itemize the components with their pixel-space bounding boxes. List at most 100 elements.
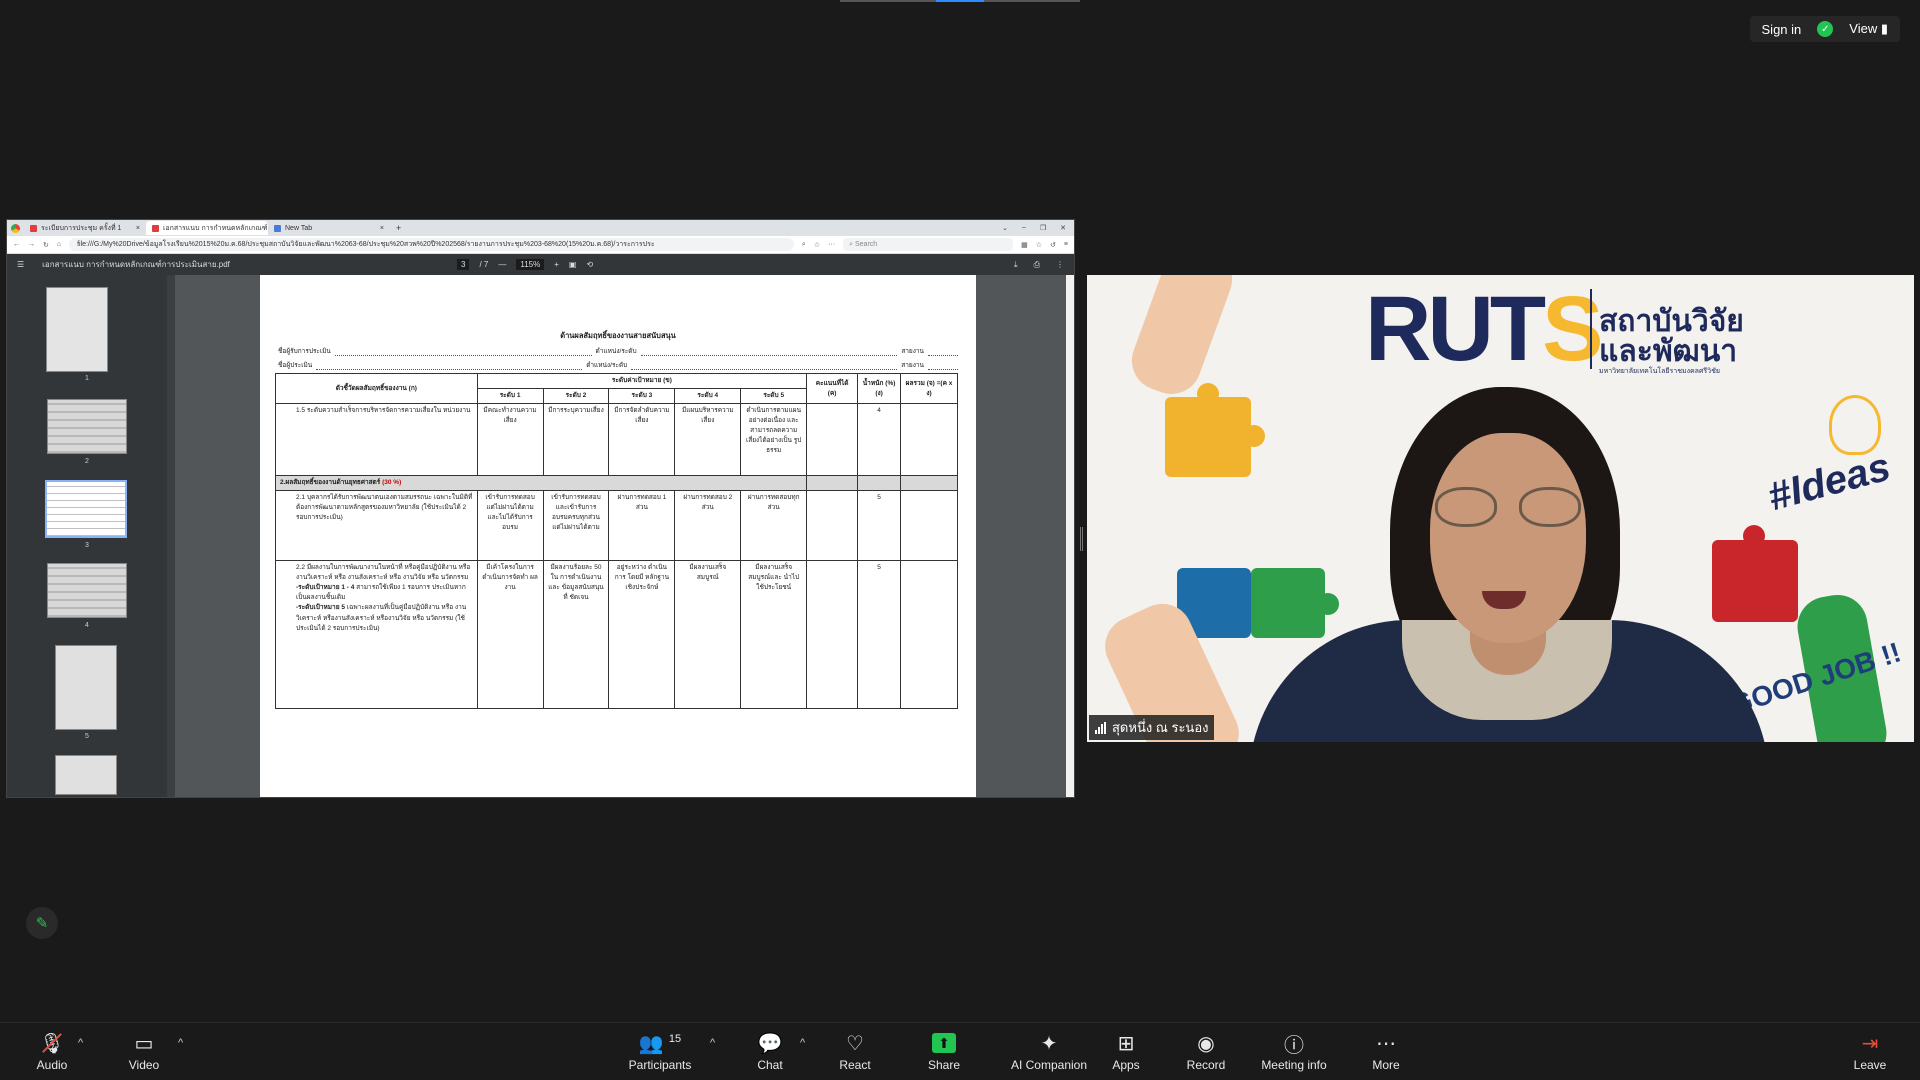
print-icon[interactable]: ⎙	[1034, 260, 1040, 270]
zoom-icon[interactable]: ⌕	[802, 241, 806, 249]
score-cell	[806, 560, 859, 710]
close-icon[interactable]: ×	[136, 225, 140, 232]
browser-tab-3[interactable]: New Tab ×	[268, 221, 390, 235]
audio-button[interactable]: 🎙 Audio	[6, 1031, 98, 1073]
hand-graphic	[1123, 275, 1241, 403]
zoom-out-icon[interactable]: —	[498, 260, 506, 269]
evaluation-table: ตัวชี้วัดผลสัมฤทธิ์ของงาน (ก) ระดับค่าเป…	[274, 372, 958, 710]
thumbnail-page-6[interactable]	[55, 755, 117, 795]
favorites-icon[interactable]: ☆	[1036, 241, 1042, 249]
bookmark-star-icon[interactable]: ☆	[814, 241, 820, 249]
share-label: Share	[927, 1058, 961, 1072]
shield-check-icon[interactable]: ✓	[1817, 21, 1834, 37]
thumbnail-page-5[interactable]	[55, 645, 117, 730]
evaluator-line: ชื่อผู้ประเมิน ตำแหน่ง/ระดับ สายงาน	[278, 360, 958, 370]
maximize-icon[interactable]: ❐	[1040, 224, 1046, 232]
browser-tab-2[interactable]: เอกสารแนบ การกำหนดหลักเกณฑ์×	[146, 221, 268, 235]
address-bar[interactable]: file:///G:/My%20Drive/ข้อมูลโรงเรียน%201…	[69, 238, 794, 251]
glasses	[1435, 487, 1583, 531]
meeting-info-button[interactable]: ⓘ Meeting info	[1248, 1031, 1340, 1073]
tab-search-icon[interactable]: ⌄	[1002, 224, 1008, 232]
section-row: 2.ผลสัมฤทธิ์ของงานด้านยุทธศาสตร์ (30 %)	[274, 475, 958, 492]
home-icon[interactable]: ⌂	[57, 241, 61, 248]
green-puzzle-piece	[1251, 568, 1325, 638]
total-cell	[900, 403, 958, 477]
view-label: View	[1849, 21, 1878, 36]
url-text: file:///G:/My%20Drive/ข้อมูลโรงเรียน%201…	[77, 241, 655, 248]
browser-search-field[interactable]: ⌕ Search	[843, 238, 1014, 251]
leave-label: Leave	[1853, 1058, 1887, 1072]
participants-label: Participants	[628, 1058, 692, 1072]
more-button[interactable]: ⋯ More	[1340, 1031, 1432, 1073]
more-dots-icon[interactable]: ···	[828, 241, 835, 248]
back-icon[interactable]: ←	[13, 241, 20, 248]
line-end: สายงาน	[901, 362, 924, 369]
leave-button[interactable]: ⇥ Leave	[1824, 1031, 1916, 1073]
close-icon[interactable]: ×	[380, 225, 384, 232]
zoom-in-icon[interactable]: +	[554, 260, 559, 269]
thumbnail-page-3[interactable]	[45, 480, 127, 538]
pdf-viewer[interactable]: 1 2 3 4 5 ด้านผลสัมฤทธิ์ของงานสายสนับสนุ…	[7, 275, 1074, 797]
thumbnail-number: 1	[85, 375, 89, 382]
note-bold: -ระดับเป้าหมาย 1 - 4	[296, 584, 355, 592]
chat-caret-icon[interactable]: ^	[800, 1037, 805, 1049]
browser-tab-1[interactable]: ระเบียบการประชุม ครั้งที่ 1 ×	[24, 221, 146, 235]
zoom-level-input[interactable]: 115%	[516, 259, 545, 270]
close-window-icon[interactable]: ✕	[1060, 224, 1066, 232]
pdf-page: ด้านผลสัมฤทธิ์ของงานสายสนับสนุน ชื่อผู้ร…	[260, 275, 976, 797]
header-weight: น้ำหนัก (%) (ง)	[857, 372, 902, 405]
lightbulb-icon	[1829, 395, 1881, 455]
thumbnail-page-1[interactable]	[46, 287, 108, 372]
download-icon[interactable]: ⤓	[1014, 260, 1018, 270]
level-cell: ผ่านการทดสอบ 2 ส่วน	[674, 490, 742, 562]
shared-screen[interactable]: ระเบียบการประชุม ครั้งที่ 1 × เอกสารแนบ ก…	[6, 219, 1075, 798]
audio-caret-icon[interactable]: ^	[78, 1037, 83, 1049]
info-icon: ⓘ	[1284, 1034, 1304, 1057]
chat-bubble-icon: 💬	[757, 1032, 783, 1055]
extensions-icon[interactable]: ▦	[1021, 241, 1028, 249]
share-button[interactable]: ⬆ Share	[898, 1031, 990, 1072]
forward-icon[interactable]: →	[28, 241, 35, 248]
reload-icon[interactable]: ↻	[43, 241, 49, 249]
apps-button[interactable]: ⊞ Apps	[1080, 1031, 1172, 1073]
fit-page-icon[interactable]: ▣	[569, 260, 577, 269]
react-button[interactable]: ♡ React	[809, 1031, 901, 1073]
ruts-thai-line-1: สถาบันวิจัย	[1599, 305, 1744, 338]
thumbnail-sidebar[interactable]: 1 2 3 4 5	[7, 275, 167, 797]
signal-strength-icon	[1095, 721, 1106, 734]
level-header: ระดับ 2	[542, 388, 610, 405]
hamburger-icon[interactable]: ☰	[17, 260, 24, 269]
header-score: คะแนนที่ได้ (ค)	[806, 372, 859, 405]
table-row: 2.2 มีผลงานในการพัฒนางานในหน้าที่ หรือคู…	[275, 560, 958, 710]
history-icon[interactable]: ↺	[1050, 241, 1056, 249]
participant-video[interactable]: RUTS สถาบันวิจัย และพัฒนา มหาวิทยาลัยเทคโ…	[1087, 275, 1914, 742]
participants-button[interactable]: 👥 15 Participants	[614, 1031, 706, 1073]
video-label: Video	[128, 1058, 160, 1072]
level-cell: มีการจัดลำดับความ เสี่ยง	[608, 403, 676, 477]
person-face	[1430, 433, 1586, 643]
total-cell	[900, 490, 958, 562]
more-vert-icon[interactable]: ⋮	[1056, 260, 1064, 270]
menu-icon[interactable]: ≡	[1064, 241, 1068, 248]
thumbnail-scrollbar[interactable]	[167, 275, 175, 797]
page-scrollbar[interactable]	[1066, 275, 1074, 797]
view-button[interactable]: View ▮	[1849, 21, 1888, 37]
page-number-input[interactable]: 3	[457, 259, 470, 270]
thumbnail-number: 2	[85, 458, 89, 465]
rotate-icon[interactable]: ⟲	[586, 260, 593, 269]
minimize-icon[interactable]: –	[1022, 224, 1026, 232]
thumbnail-page-2[interactable]	[47, 399, 127, 454]
chrome-icon	[11, 223, 20, 233]
participants-caret-icon[interactable]: ^	[710, 1037, 715, 1049]
thumbnail-page-4[interactable]	[47, 563, 127, 618]
sparkle-icon: ✦	[1040, 1032, 1058, 1055]
split-view-handle[interactable]	[1080, 527, 1083, 551]
puzzle-knob	[1317, 593, 1339, 615]
video-button[interactable]: ▭ Video	[98, 1031, 190, 1073]
browser-tabbar: ระเบียบการประชุม ครั้งที่ 1 × เอกสารแนบ ก…	[7, 220, 1074, 236]
record-button[interactable]: ◉ Record	[1160, 1031, 1252, 1073]
add-tab-icon[interactable]: +	[396, 223, 401, 233]
video-caret-icon[interactable]: ^	[178, 1037, 183, 1049]
annotate-pencil-icon[interactable]: ✎	[26, 907, 58, 939]
sign-in-button[interactable]: Sign in	[1762, 22, 1802, 37]
